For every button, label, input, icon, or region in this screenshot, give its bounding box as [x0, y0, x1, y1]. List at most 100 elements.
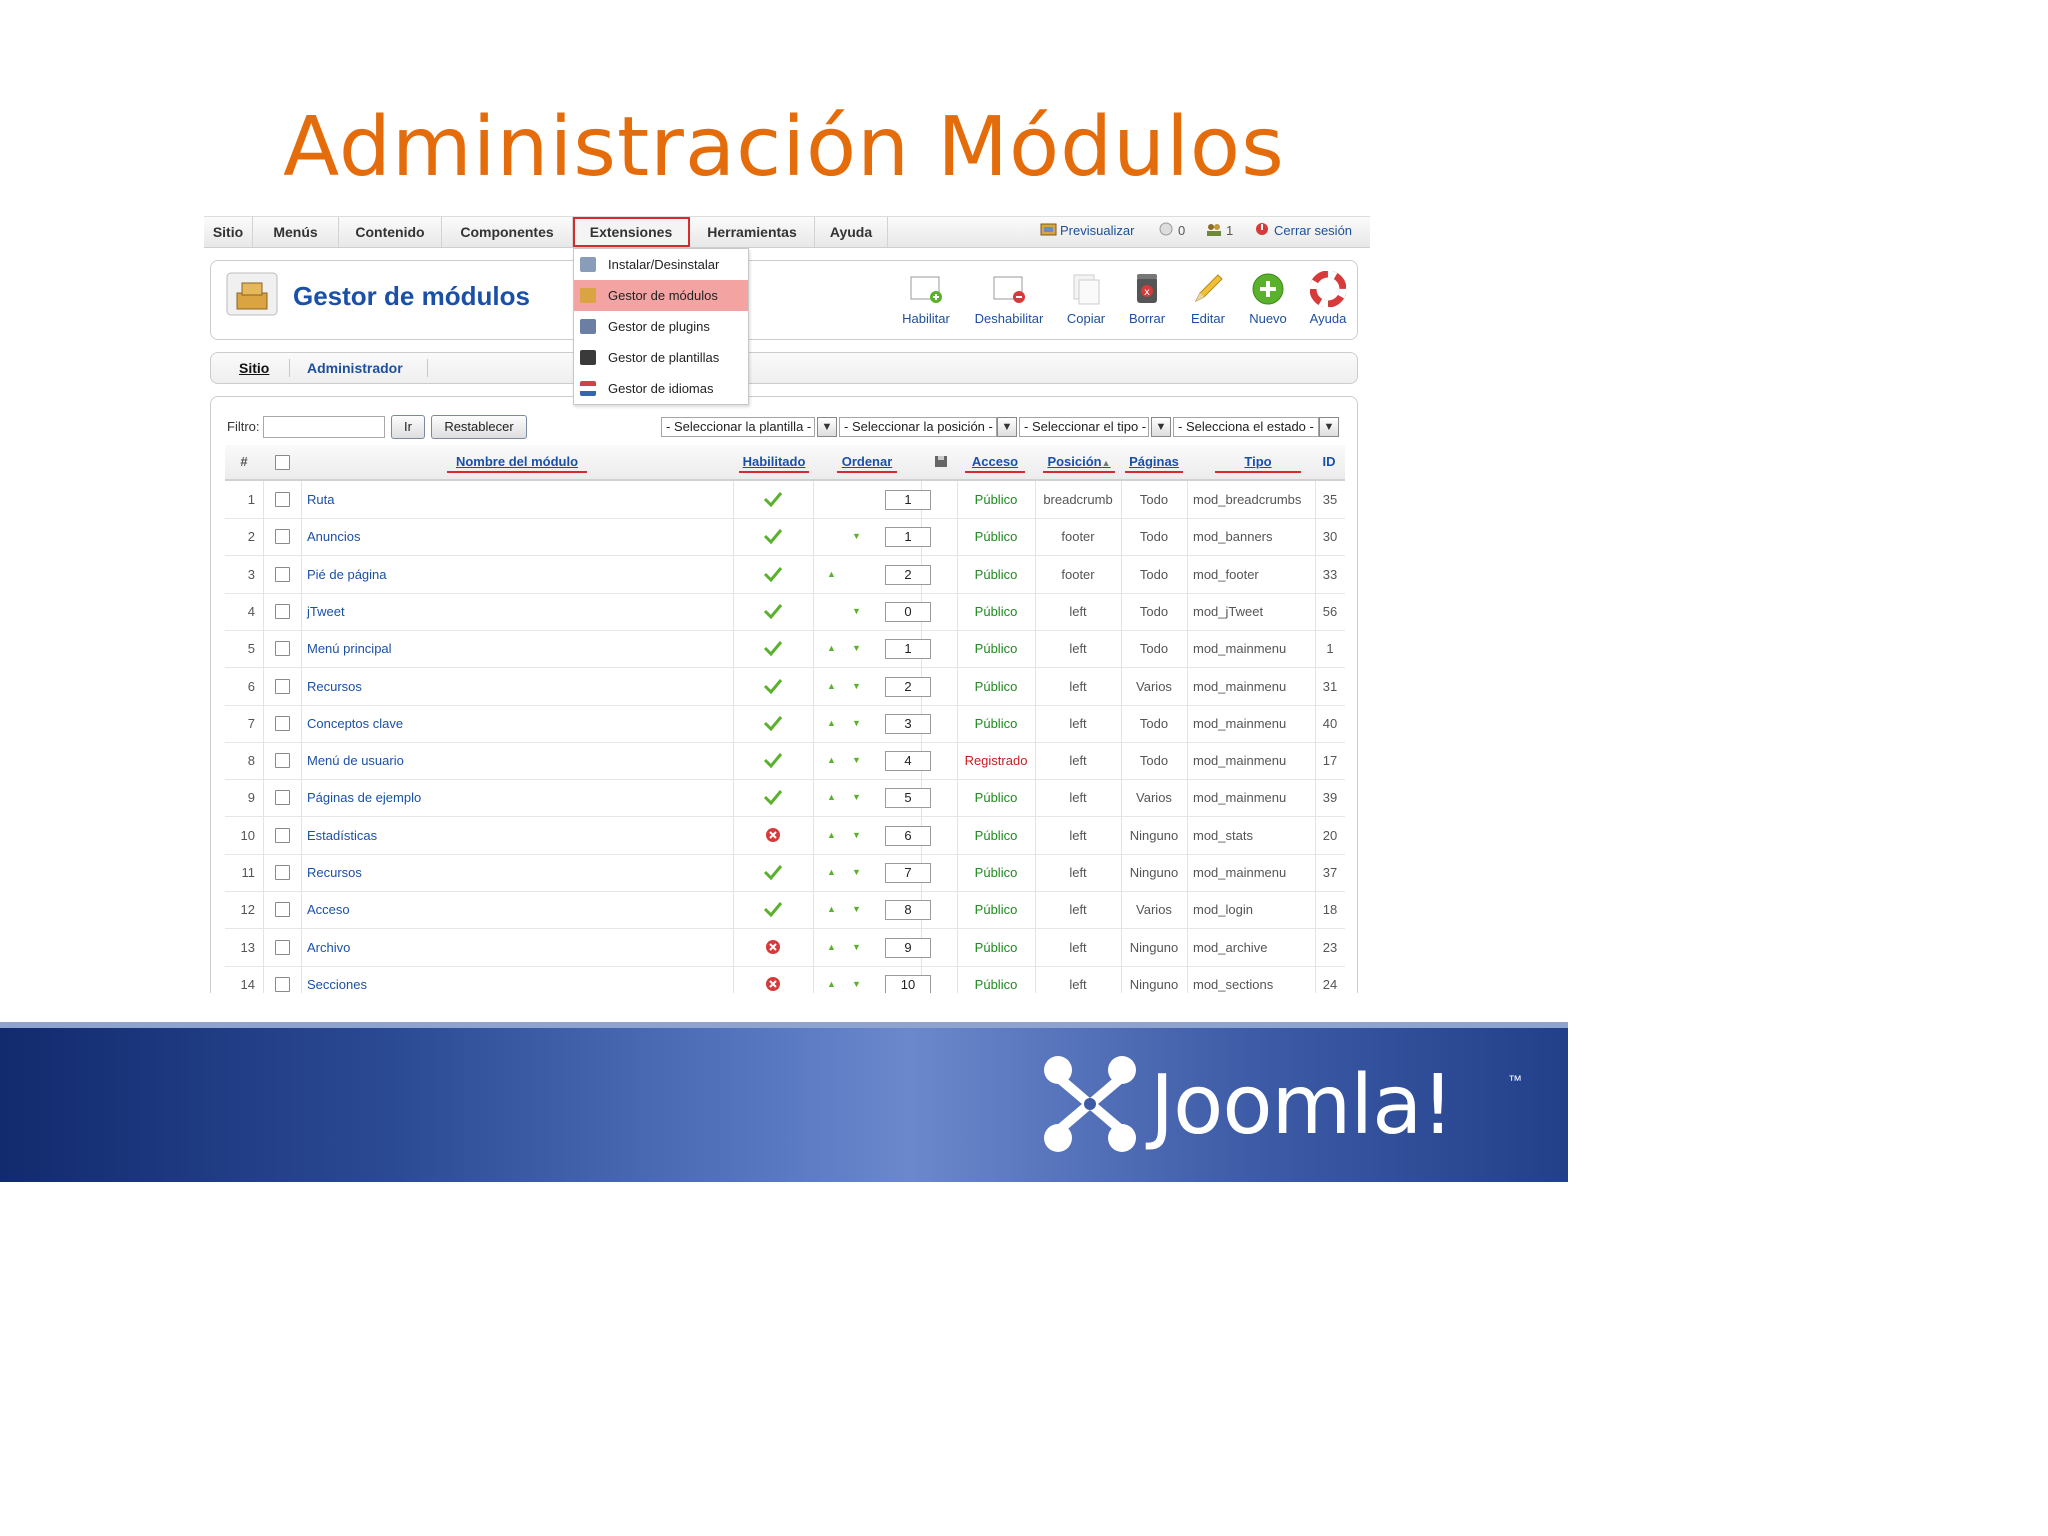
access-link[interactable]: Público: [957, 705, 1035, 742]
messages-count[interactable]: 0: [1158, 217, 1185, 247]
move-down-icon[interactable]: ▼: [852, 854, 861, 891]
order-input[interactable]: 6: [885, 825, 931, 846]
access-link[interactable]: Público: [957, 817, 1035, 854]
row-checkbox[interactable]: [275, 939, 290, 955]
order-input[interactable]: 7: [885, 863, 931, 883]
chevron-down-icon[interactable]: ▼: [997, 417, 1017, 437]
enabled-check-icon[interactable]: [763, 630, 783, 667]
module-name-link[interactable]: Menú principal: [307, 630, 392, 667]
access-link[interactable]: Público: [957, 779, 1035, 816]
enabled-check-icon[interactable]: [763, 891, 783, 928]
move-down-icon[interactable]: ▼: [852, 891, 861, 928]
enabled-check-icon[interactable]: [763, 705, 783, 742]
delete-button[interactable]: x Borrar: [1125, 271, 1169, 326]
dropdown-language-manager[interactable]: Gestor de idiomas: [574, 373, 748, 404]
move-up-icon[interactable]: ▲: [827, 929, 836, 966]
disabled-x-icon[interactable]: [765, 929, 783, 966]
row-checkbox[interactable]: [275, 827, 290, 843]
edit-button[interactable]: Editar: [1186, 271, 1230, 326]
order-input[interactable]: 4: [885, 751, 931, 772]
enabled-check-icon[interactable]: [763, 779, 783, 816]
enabled-check-icon[interactable]: [763, 742, 783, 779]
order-input[interactable]: 1: [885, 490, 931, 510]
menu-sitio[interactable]: Sitio: [204, 217, 253, 247]
module-name-link[interactable]: Acceso: [307, 891, 350, 928]
menu-componentes[interactable]: Componentes: [442, 217, 573, 247]
menu-herramientas[interactable]: Herramientas: [690, 217, 815, 247]
access-link[interactable]: Público: [957, 593, 1035, 630]
move-up-icon[interactable]: ▲: [827, 630, 836, 667]
row-checkbox[interactable]: [275, 976, 290, 992]
enabled-check-icon[interactable]: [763, 518, 783, 555]
move-up-icon[interactable]: ▲: [827, 966, 836, 993]
access-link[interactable]: Público: [957, 481, 1035, 518]
module-name-link[interactable]: Pié de página: [307, 556, 387, 593]
order-input[interactable]: 9: [885, 937, 931, 958]
chevron-down-icon[interactable]: ▼: [817, 417, 837, 437]
dropdown-plugin-manager[interactable]: Gestor de plugins: [574, 311, 748, 342]
col-name[interactable]: Nombre del módulo: [447, 445, 587, 479]
chevron-down-icon[interactable]: ▼: [1151, 417, 1171, 437]
order-input[interactable]: 5: [885, 788, 931, 809]
access-link[interactable]: Público: [957, 518, 1035, 555]
row-checkbox[interactable]: [275, 790, 290, 806]
access-link[interactable]: Público: [957, 854, 1035, 891]
menu-ayuda[interactable]: Ayuda: [815, 217, 888, 247]
move-up-icon[interactable]: ▲: [827, 668, 836, 705]
type-select[interactable]: - Seleccionar el tipo -: [1019, 417, 1149, 437]
move-down-icon[interactable]: ▼: [852, 630, 861, 667]
access-link[interactable]: Público: [957, 891, 1035, 928]
logout-link[interactable]: Cerrar sesión: [1254, 217, 1352, 247]
col-enabled[interactable]: Habilitado: [739, 445, 809, 479]
move-down-icon[interactable]: ▼: [852, 518, 861, 555]
module-name-link[interactable]: Secciones: [307, 966, 367, 993]
tab-sitio[interactable]: Sitio: [239, 353, 269, 383]
copy-button[interactable]: Copiar: [1063, 271, 1109, 326]
move-up-icon[interactable]: ▲: [827, 742, 836, 779]
module-name-link[interactable]: Estadísticas: [307, 817, 377, 854]
order-input[interactable]: 1: [885, 527, 931, 548]
move-down-icon[interactable]: ▼: [852, 929, 861, 966]
access-link[interactable]: Público: [957, 966, 1035, 993]
row-checkbox[interactable]: [275, 678, 290, 694]
dropdown-template-manager[interactable]: Gestor de plantillas: [574, 342, 748, 373]
menu-extensiones[interactable]: Extensiones: [573, 217, 690, 247]
order-input[interactable]: 3: [885, 713, 931, 734]
order-input[interactable]: 8: [885, 900, 931, 921]
chevron-down-icon[interactable]: ▼: [1319, 417, 1339, 437]
module-name-link[interactable]: Conceptos clave: [307, 705, 403, 742]
col-type[interactable]: Tipo: [1215, 445, 1301, 479]
position-select[interactable]: - Seleccionar la posición -: [839, 417, 997, 437]
row-checkbox[interactable]: [275, 641, 290, 657]
go-button[interactable]: Ir: [391, 415, 425, 439]
new-button[interactable]: Nuevo: [1245, 271, 1291, 326]
access-link[interactable]: Público: [957, 630, 1035, 667]
enabled-check-icon[interactable]: [763, 668, 783, 705]
row-checkbox[interactable]: [275, 902, 290, 918]
order-input[interactable]: 1: [885, 639, 931, 660]
dropdown-install[interactable]: Instalar/Desinstalar: [574, 249, 748, 280]
state-select[interactable]: - Selecciona el estado -: [1173, 417, 1319, 437]
access-link[interactable]: Registrado: [957, 742, 1035, 779]
reset-button[interactable]: Restablecer: [431, 415, 527, 439]
move-up-icon[interactable]: ▲: [827, 779, 836, 816]
move-down-icon[interactable]: ▼: [852, 705, 861, 742]
access-link[interactable]: Público: [957, 929, 1035, 966]
help-button[interactable]: Ayuda: [1305, 270, 1351, 326]
module-name-link[interactable]: Menú de usuario: [307, 742, 404, 779]
users-count[interactable]: 1: [1206, 217, 1233, 247]
filter-input[interactable]: [263, 416, 385, 438]
col-order[interactable]: Ordenar: [837, 445, 897, 479]
enabled-check-icon[interactable]: [763, 556, 783, 593]
module-name-link[interactable]: Páginas de ejemplo: [307, 779, 421, 816]
row-checkbox[interactable]: [275, 529, 290, 545]
enable-button[interactable]: Habilitar: [901, 271, 951, 326]
module-name-link[interactable]: Anuncios: [307, 518, 360, 555]
order-input[interactable]: 0: [885, 601, 931, 622]
move-down-icon[interactable]: ▼: [852, 817, 861, 854]
move-down-icon[interactable]: ▼: [852, 593, 861, 630]
col-id[interactable]: ID: [1317, 445, 1341, 479]
disabled-x-icon[interactable]: [765, 817, 783, 854]
col-access[interactable]: Acceso: [965, 445, 1025, 479]
row-checkbox[interactable]: [275, 753, 290, 769]
